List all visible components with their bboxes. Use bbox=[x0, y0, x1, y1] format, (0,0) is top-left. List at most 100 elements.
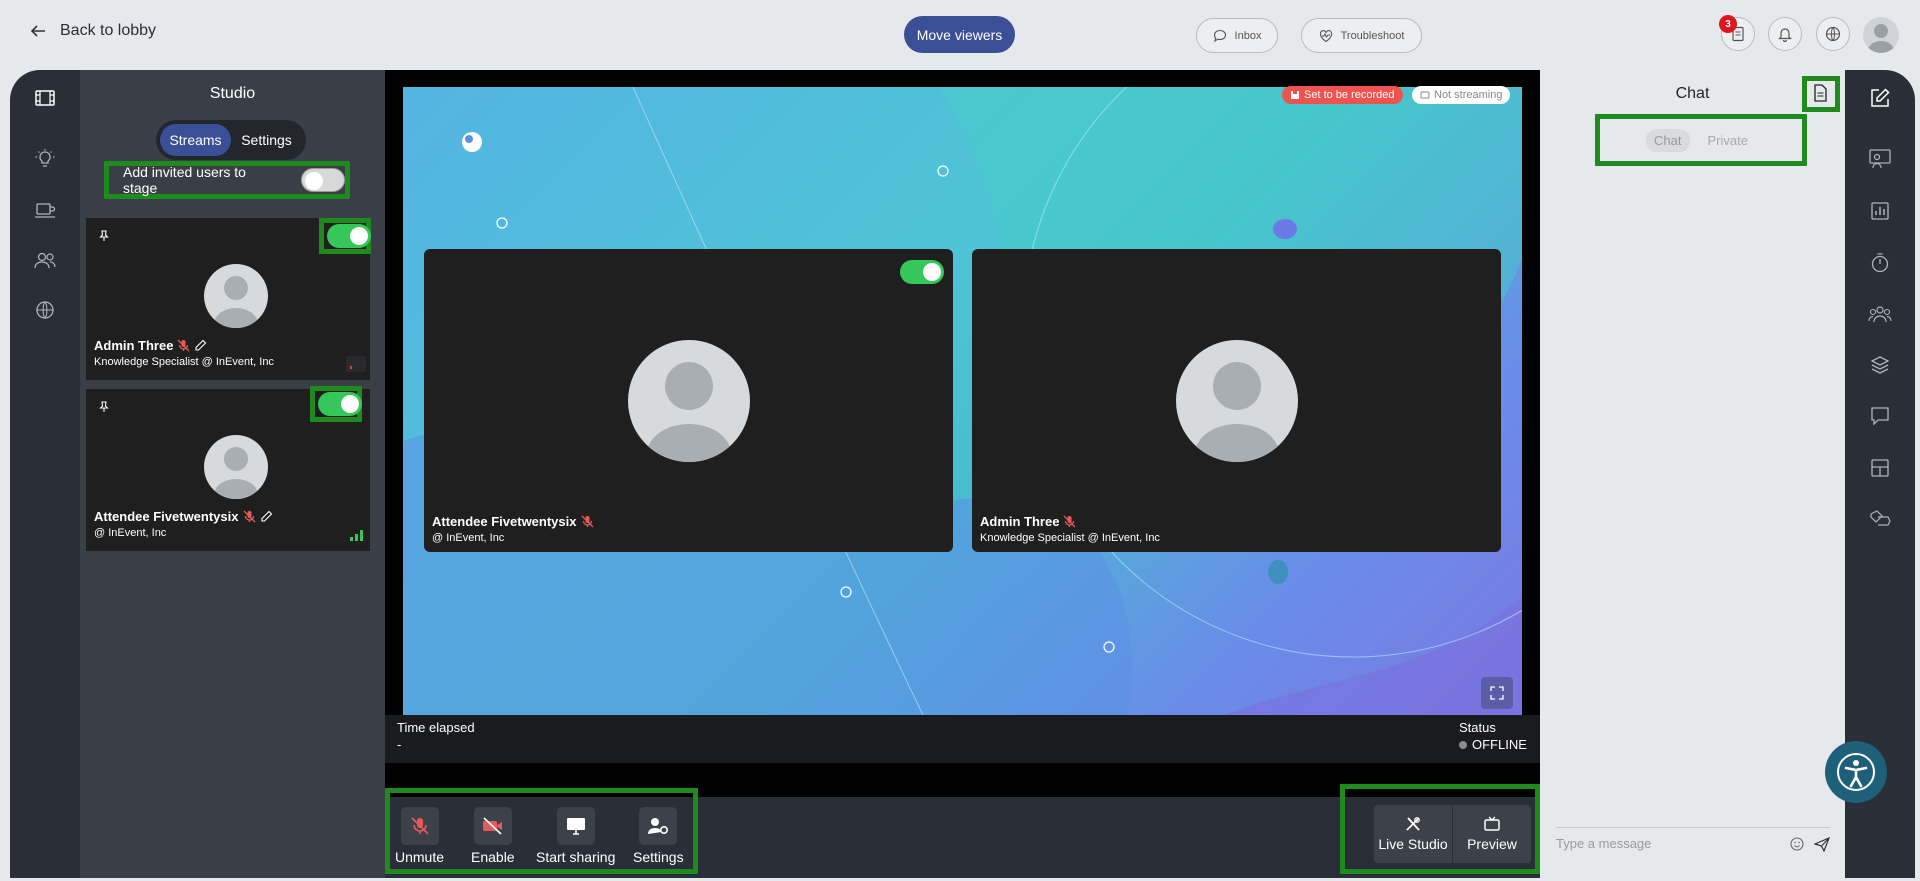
on-stage-toggle[interactable] bbox=[318, 392, 362, 416]
stream-card[interactable]: Attendee Fivetwentysix @ InEvent, Inc bbox=[86, 386, 370, 551]
lightbulb-icon bbox=[35, 149, 55, 167]
video-tile[interactable]: Attendee Fivetwentysix @ InEvent, Inc bbox=[424, 249, 953, 552]
accessibility-button[interactable] bbox=[1825, 741, 1887, 803]
chat-export-button[interactable] bbox=[1812, 84, 1828, 102]
studio-mode-toggle: Live Studio Preview bbox=[1374, 805, 1531, 863]
rail-presentation-button[interactable] bbox=[1845, 134, 1915, 184]
globe-icon bbox=[36, 301, 54, 319]
inbox-label: Inbox bbox=[1234, 29, 1262, 42]
camera-off-icon bbox=[482, 817, 502, 835]
arrow-left-icon bbox=[30, 25, 45, 37]
user-avatar-icon bbox=[1195, 362, 1279, 462]
left-rail bbox=[10, 70, 80, 878]
user-avatar-icon bbox=[214, 276, 258, 328]
status-label: Status bbox=[1459, 720, 1496, 735]
on-stage-toggle[interactable] bbox=[900, 260, 944, 284]
unmute-button[interactable]: Unmute bbox=[395, 807, 444, 865]
rail-layers-button[interactable] bbox=[1845, 340, 1915, 390]
back-label: Back to lobby bbox=[60, 22, 157, 39]
tab-chat[interactable]: Chat bbox=[1646, 128, 1690, 152]
rail-edit-button[interactable] bbox=[1845, 73, 1915, 123]
grid-icon bbox=[1871, 459, 1889, 477]
chat-title: Chat bbox=[1675, 85, 1710, 102]
send-icon[interactable] bbox=[1814, 836, 1830, 852]
accessibility-icon bbox=[1837, 753, 1875, 791]
studio-tabs: Streams Settings bbox=[156, 120, 306, 160]
control-bar: Unmute Enable Start sharing Settings Liv… bbox=[385, 784, 1540, 878]
media-settings-button[interactable]: Settings bbox=[633, 807, 684, 865]
back-to-lobby-link[interactable]: Back to lobby bbox=[30, 22, 156, 40]
participant-subtitle: Knowledge Specialist @ InEvent, Inc bbox=[94, 356, 274, 368]
avatar bbox=[204, 264, 268, 328]
chat-bubble-icon bbox=[1213, 29, 1226, 42]
document-icon bbox=[1814, 84, 1827, 102]
pin-icon[interactable] bbox=[98, 401, 110, 413]
language-button[interactable] bbox=[1816, 17, 1850, 51]
chat-panel: Chat Chat Private Type a message bbox=[1540, 70, 1845, 878]
move-viewers-button[interactable]: Move viewers bbox=[904, 16, 1015, 53]
timer-icon bbox=[1871, 253, 1889, 273]
preview-button[interactable]: Preview bbox=[1452, 805, 1531, 863]
stage-status-bar: Time elapsed - Status OFFLINE bbox=[385, 715, 1540, 763]
rail-language-button[interactable] bbox=[10, 285, 80, 335]
fullscreen-button[interactable] bbox=[1481, 677, 1513, 709]
rail-lounge-button[interactable] bbox=[10, 185, 80, 235]
troubleshoot-button[interactable]: Troubleshoot bbox=[1301, 18, 1422, 53]
rail-timer-button[interactable] bbox=[1845, 238, 1915, 288]
signal-icon bbox=[346, 356, 366, 372]
mic-off-icon bbox=[178, 339, 190, 352]
studio-title: Studio bbox=[209, 85, 256, 102]
user-settings-icon bbox=[648, 818, 669, 835]
troubleshoot-label: Troubleshoot bbox=[1340, 29, 1405, 42]
stream-card[interactable]: Admin Three Knowledge Specialist @ InEve… bbox=[86, 218, 371, 380]
add-invited-users-row: Add invited users to stage bbox=[104, 161, 350, 199]
recording-badge: Set to be recorded bbox=[1282, 86, 1403, 104]
time-elapsed-label: Time elapsed bbox=[397, 720, 475, 735]
status-dot bbox=[1459, 740, 1467, 749]
participant-name: Attendee Fivetwentysix bbox=[94, 509, 273, 524]
tab-settings[interactable]: Settings bbox=[231, 124, 302, 156]
participant-name: Admin Three bbox=[94, 338, 207, 353]
message-input[interactable]: Type a message bbox=[1556, 836, 1790, 851]
on-stage-toggle[interactable] bbox=[327, 224, 371, 248]
enable-camera-button[interactable]: Enable bbox=[471, 807, 515, 865]
tab-streams[interactable]: Streams bbox=[160, 124, 231, 156]
live-studio-button[interactable]: Live Studio bbox=[1374, 805, 1452, 863]
coffee-icon bbox=[35, 203, 56, 218]
film-icon bbox=[35, 90, 55, 106]
rail-attendees-button[interactable] bbox=[1845, 289, 1915, 339]
rail-studio-button[interactable] bbox=[10, 73, 80, 123]
avatar bbox=[1176, 340, 1298, 462]
tab-private[interactable]: Private bbox=[1700, 129, 1756, 152]
mic-off-icon bbox=[243, 510, 255, 523]
rail-layout-button[interactable] bbox=[1845, 443, 1915, 493]
pin-icon[interactable] bbox=[98, 230, 110, 242]
signal-strength-icon bbox=[350, 530, 363, 541]
bar-chart-icon bbox=[1871, 202, 1889, 220]
edit-icon[interactable] bbox=[194, 339, 207, 352]
rail-polls-button[interactable] bbox=[1845, 186, 1915, 236]
avatar bbox=[628, 340, 750, 462]
notification-count-badge: 3 bbox=[1719, 15, 1737, 33]
tag-icon bbox=[1870, 510, 1891, 526]
add-invited-toggle[interactable] bbox=[301, 168, 345, 192]
status-value: OFFLINE bbox=[1459, 737, 1527, 752]
notifications-button[interactable] bbox=[1768, 17, 1802, 51]
save-icon bbox=[1291, 91, 1299, 99]
monitor-icon bbox=[1420, 91, 1430, 99]
fullscreen-icon bbox=[1490, 686, 1504, 700]
rail-chat-button[interactable] bbox=[1845, 391, 1915, 441]
edit-icon[interactable] bbox=[260, 510, 273, 523]
start-sharing-button[interactable]: Start sharing bbox=[536, 807, 615, 865]
add-invited-label: Add invited users to stage bbox=[123, 164, 246, 196]
rail-sponsors-button[interactable] bbox=[1845, 494, 1915, 544]
bell-icon bbox=[1778, 28, 1792, 42]
participant-subtitle: @ InEvent, Inc bbox=[94, 527, 167, 539]
inbox-button[interactable]: Inbox bbox=[1196, 18, 1278, 53]
emoji-icon[interactable] bbox=[1790, 836, 1804, 851]
video-tile[interactable]: Admin Three Knowledge Specialist @ InEve… bbox=[972, 249, 1501, 552]
rail-ideas-button[interactable] bbox=[10, 134, 80, 184]
rail-people-button[interactable] bbox=[10, 235, 80, 285]
user-avatar[interactable] bbox=[1863, 17, 1899, 53]
mic-off-icon bbox=[410, 817, 429, 835]
